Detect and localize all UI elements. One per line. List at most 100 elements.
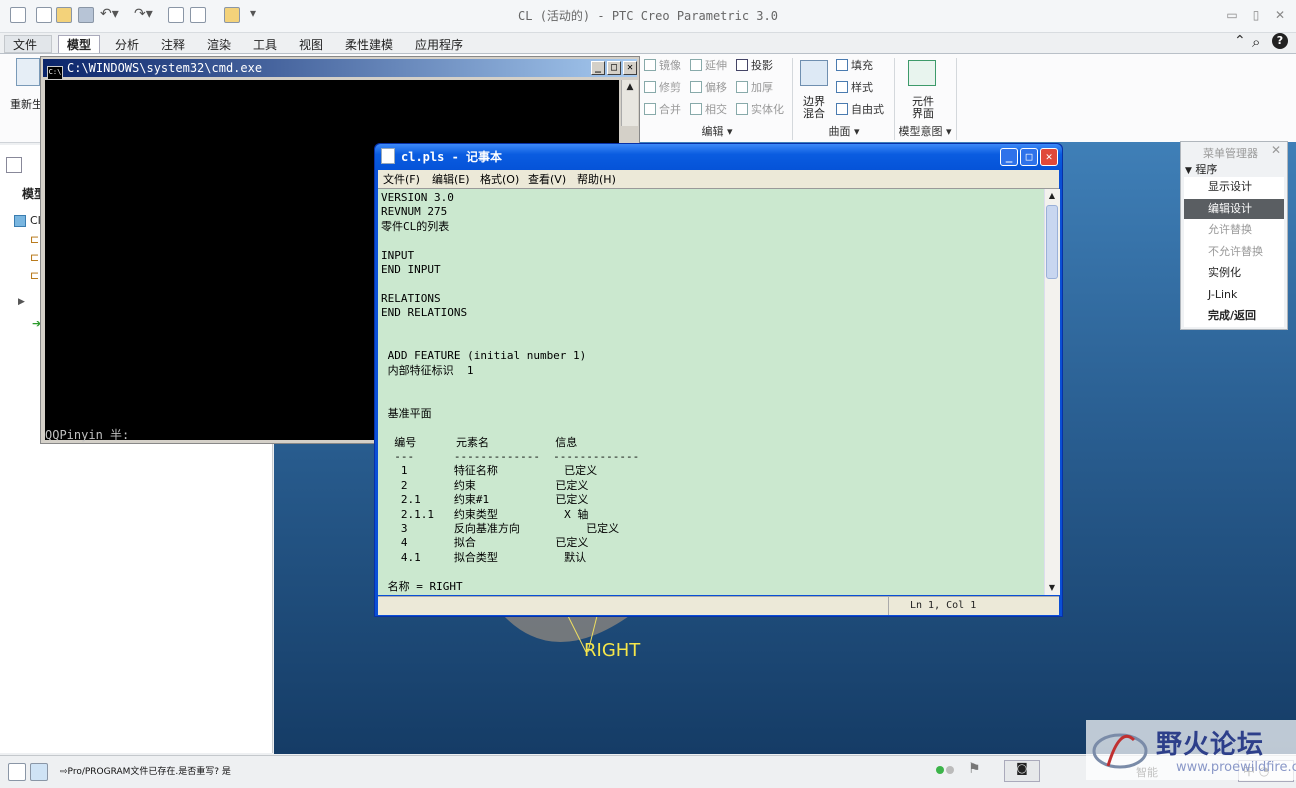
extend-icon	[690, 59, 702, 71]
tab-flexible-modeling[interactable]: 柔性建模	[336, 35, 402, 53]
model-intent-group-label[interactable]: 模型意图 ▾	[896, 124, 954, 140]
tab-annotate[interactable]: 注释	[152, 35, 194, 53]
scroll-down-icon[interactable]: ▼	[1045, 581, 1059, 595]
menu-manager-item[interactable]: 显示设计	[1184, 177, 1284, 197]
text-line	[381, 421, 1041, 435]
boundary-blend-icon[interactable]	[800, 60, 828, 86]
flag-icon[interactable]: ⚑	[968, 761, 981, 777]
minimize-ribbon-icon[interactable]: ⌃	[1234, 33, 1246, 49]
datum-plane-icon[interactable]: ⊏	[30, 251, 39, 264]
notepad-scrollbar[interactable]: ▲ ▼	[1044, 189, 1060, 595]
tab-model[interactable]: 模型	[58, 35, 101, 53]
notepad-text-area[interactable]: VERSION 3.0 REVNUM 275 零件CL的列表 INPUT END INP…	[378, 188, 1060, 595]
collapse-arrow-icon: ▼	[1185, 166, 1192, 176]
trim-button[interactable]: 修剪	[644, 79, 681, 97]
text-line	[381, 565, 1041, 579]
help-icon[interactable]: ?	[1272, 33, 1288, 49]
text-line: 2.1.1 约束类型 X 轴	[381, 507, 589, 521]
component-interface-label[interactable]: 元件 界面	[906, 96, 940, 120]
close-button[interactable]: ✕	[1271, 6, 1289, 24]
notepad-maximize-button[interactable]: □	[1020, 148, 1038, 166]
notepad-status-bar: Ln 1, Col 1	[378, 596, 1059, 615]
tab-analysis[interactable]: 分析	[106, 35, 148, 53]
search-icon[interactable]: ⌕	[1252, 33, 1260, 51]
cmd-title: C:\WINDOWS\system32\cmd.exe	[67, 61, 263, 75]
message-arrow-icon: ⇨	[60, 767, 68, 777]
datum-right-label[interactable]: RIGHT	[584, 640, 640, 661]
model-tree-icon[interactable]	[6, 157, 22, 173]
notepad-title: cl.pls - 记事本	[401, 150, 503, 164]
notepad-close-button[interactable]: ✕	[1040, 148, 1058, 166]
menu-edit[interactable]: 编辑(E)	[432, 171, 470, 187]
offset-icon	[690, 81, 702, 93]
surface-group-label[interactable]: 曲面 ▾	[796, 124, 892, 140]
cmd-scrollbar[interactable]: ▲	[621, 80, 638, 126]
style-button[interactable]: 样式	[836, 79, 873, 97]
tab-file[interactable]: 文件▾	[4, 35, 52, 70]
tab-view[interactable]: 视图	[290, 35, 332, 53]
datum-plane-icon[interactable]: ⊏	[30, 269, 39, 282]
datum-plane-icon[interactable]: ⊏	[30, 233, 39, 246]
text-line: ADD FEATURE (initial number 1)	[381, 349, 587, 363]
tab-tools[interactable]: 工具	[244, 35, 286, 53]
find-binoculars-icon[interactable]: ◙	[1004, 760, 1040, 782]
minimize-button[interactable]: ▭	[1223, 6, 1241, 24]
scroll-up-icon[interactable]: ▲	[1045, 189, 1059, 203]
menu-view[interactable]: 查看(V)	[528, 171, 566, 187]
text-line	[381, 234, 1041, 248]
scroll-up-icon[interactable]: ▲	[622, 80, 638, 94]
notepad-minimize-button[interactable]: _	[1000, 148, 1018, 166]
watermark-logo-icon	[1092, 733, 1148, 769]
offset-button[interactable]: 偏移	[690, 79, 727, 97]
component-interface-icon[interactable]	[908, 60, 936, 86]
menu-manager-item[interactable]: 实例化	[1184, 263, 1284, 283]
menu-manager-close-icon[interactable]: ✕	[1271, 143, 1281, 157]
solidify-button[interactable]: 实体化	[736, 101, 784, 119]
menu-file[interactable]: 文件(F)	[383, 171, 420, 187]
toggle-navigator-icon[interactable]	[8, 763, 26, 781]
extend-button[interactable]: 延伸	[690, 57, 727, 75]
merge-button[interactable]: 合并	[644, 101, 681, 119]
project-button[interactable]: 投影	[736, 57, 773, 75]
expand-arrow-icon[interactable]: ▶	[18, 297, 25, 307]
cmd-minimize-button[interactable]: _	[591, 61, 605, 75]
menu-manager: 菜单管理器 ✕ ▼ 程序 显示设计 编辑设计 允许替换 不允许替换 实例化 J-Link 完…	[1180, 141, 1288, 330]
forum-watermark: 野火论坛 www.proewildfire.cn	[1086, 720, 1296, 780]
notepad-title-bar[interactable]: cl.pls - 记事本 _ □ ✕	[375, 144, 1062, 170]
menu-manager-title: 菜单管理器	[1203, 147, 1258, 160]
scroll-thumb[interactable]	[1046, 205, 1058, 279]
boundary-blend-label[interactable]: 边界 混合	[800, 96, 828, 120]
text-line: 3 反向基准方向 已定义	[381, 521, 620, 535]
tab-applications[interactable]: 应用程序	[406, 35, 472, 53]
maximize-button[interactable]: ▯	[1247, 6, 1265, 24]
regenerate-label[interactable]: 重新生	[10, 96, 43, 112]
text-line	[381, 392, 1041, 406]
menu-manager-item[interactable]: J-Link	[1184, 285, 1284, 305]
cmd-title-bar[interactable]: C:\ C:\WINDOWS\system32\cmd.exe _ □ ✕	[43, 59, 637, 80]
cmd-maximize-button[interactable]: □	[607, 61, 621, 75]
mirror-button[interactable]: 镜像	[644, 57, 681, 75]
menu-manager-item[interactable]: 允许替换	[1184, 220, 1284, 240]
intersect-button[interactable]: 相交	[690, 101, 727, 119]
browser-icon[interactable]	[30, 763, 48, 781]
menu-section-program[interactable]: ▼ 程序	[1185, 161, 1217, 177]
cmd-close-button[interactable]: ✕	[623, 61, 637, 75]
tab-render[interactable]: 渲染	[198, 35, 240, 53]
menu-format[interactable]: 格式(O)	[480, 171, 519, 187]
freestyle-button[interactable]: 自由式	[836, 101, 884, 119]
menu-manager-item[interactable]: 编辑设计	[1184, 198, 1284, 219]
menu-manager-item[interactable]: 不允许替换	[1184, 242, 1284, 262]
text-line: END RELATIONS	[381, 306, 468, 320]
edit-group-label[interactable]: 编辑 ▾	[644, 124, 790, 140]
text-line	[381, 335, 1041, 349]
notepad-window[interactable]: cl.pls - 记事本 _ □ ✕ 文件(F) 编辑(E) 格式(O) 查看(…	[374, 143, 1063, 617]
menu-manager-item[interactable]: 完成/返回	[1184, 306, 1284, 326]
thicken-button[interactable]: 加厚	[736, 79, 773, 97]
status-divider	[888, 597, 889, 615]
fill-button[interactable]: 填充	[836, 57, 873, 75]
regenerate-icon-large[interactable]	[16, 58, 40, 86]
text-line: 1 特征名称 已定义	[381, 464, 598, 478]
notepad-content[interactable]: VERSION 3.0 REVNUM 275 零件CL的列表 INPUT END INP…	[381, 191, 1041, 593]
status-dot-icon	[946, 766, 954, 774]
menu-help[interactable]: 帮助(H)	[577, 171, 616, 187]
